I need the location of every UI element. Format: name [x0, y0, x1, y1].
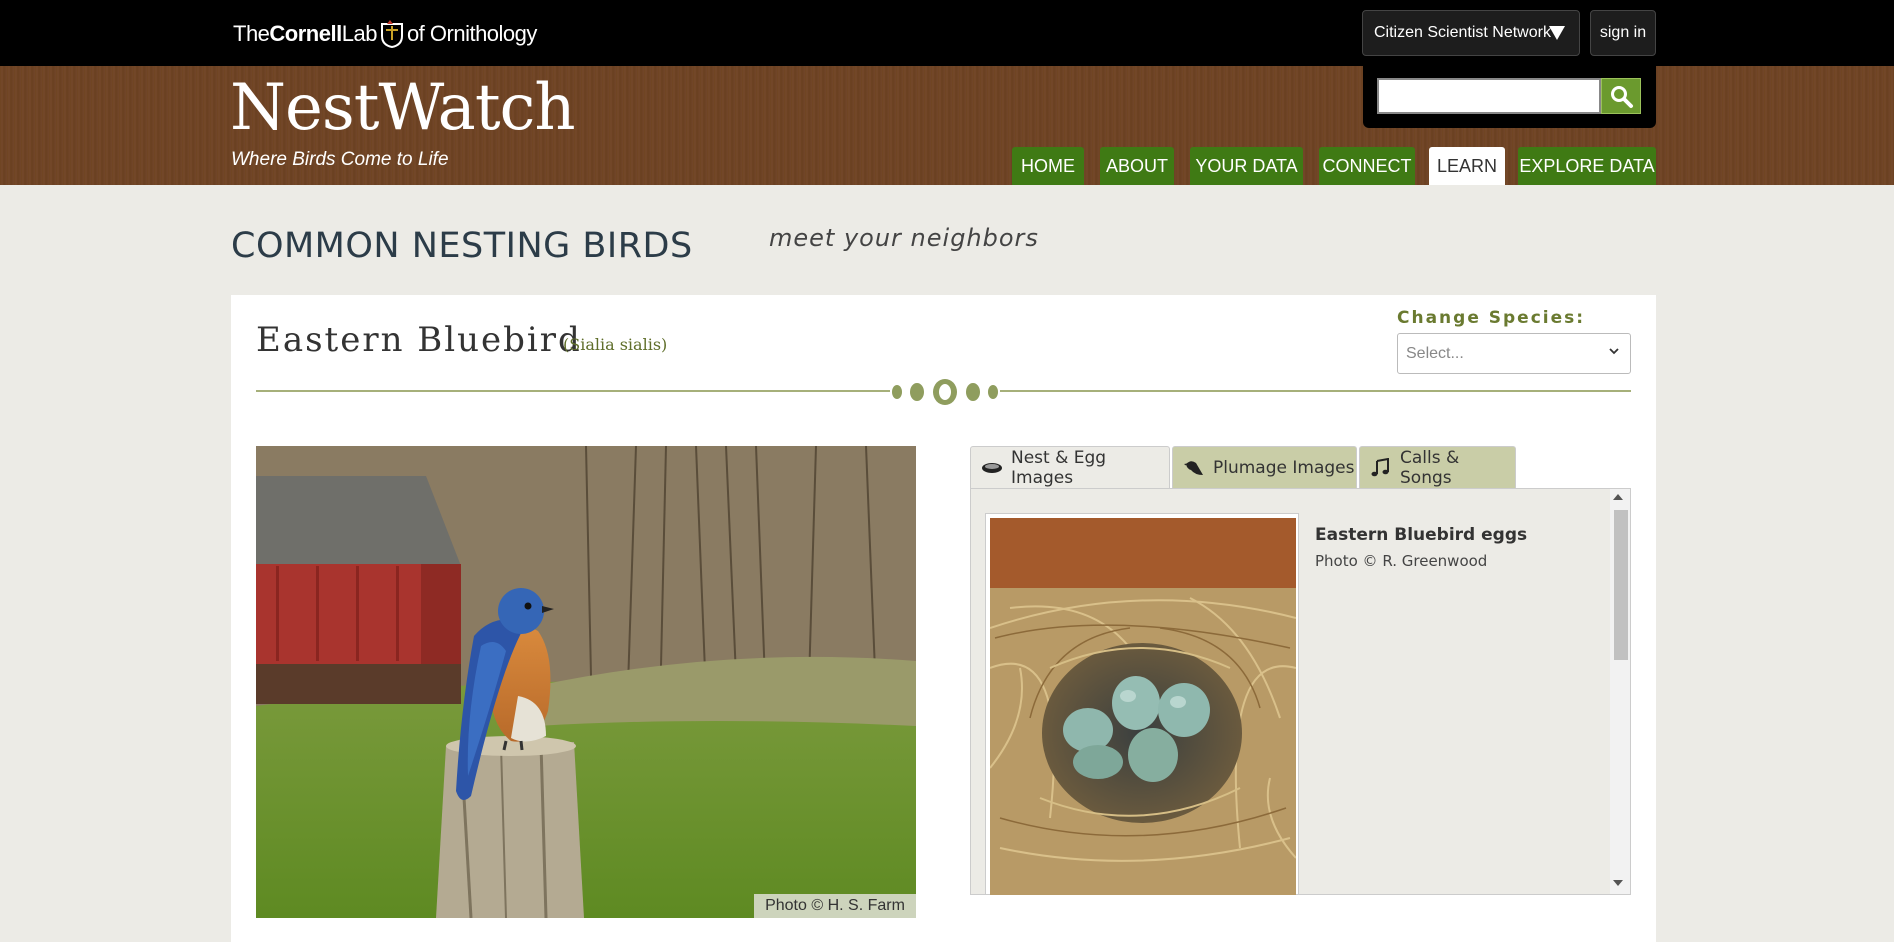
- cornell-lab-logo[interactable]: The Cornell Lab of Ornithology: [233, 16, 537, 52]
- tab-calls-songs-label: Calls & Songs: [1400, 447, 1460, 488]
- search-input[interactable]: [1377, 78, 1601, 114]
- change-species-label: Change Species:: [1397, 308, 1586, 328]
- page-title: COMMON NESTING BIRDS: [231, 226, 693, 266]
- tab-plumage-images[interactable]: Plumage Images: [1172, 446, 1357, 488]
- nav-your-data[interactable]: YOUR DATA: [1190, 147, 1303, 185]
- logo-cornell: Cornell: [269, 21, 342, 46]
- nav-home[interactable]: HOME: [1012, 147, 1084, 185]
- citizen-scientist-network-button[interactable]: Citizen Scientist Network: [1362, 10, 1580, 56]
- tab-nest-egg-images[interactable]: Nest & Egg Images: [970, 446, 1170, 488]
- species-main-photo: [256, 446, 916, 918]
- scroll-up-arrow-icon[interactable]: [1613, 494, 1623, 500]
- nest-icon: [981, 458, 1003, 478]
- logo-lab: Lab: [341, 21, 378, 46]
- species-select-value: Select...: [1406, 344, 1464, 362]
- main-photo-credit: Photo © H. S. Farm: [754, 894, 916, 918]
- tab-plumage-images-label: Plumage Images: [1213, 457, 1355, 478]
- dropdown-triangle-icon: [1549, 26, 1565, 40]
- logo-of-ornithology: of Ornithology: [406, 21, 537, 46]
- nest-egg-photo[interactable]: [990, 518, 1296, 895]
- logo-the: The: [233, 21, 270, 46]
- gallery-caption-credit: Photo © R. Greenwood: [1315, 552, 1488, 570]
- bird-icon: [1183, 458, 1205, 478]
- tab-calls-songs[interactable]: Calls & Songs: [1359, 446, 1516, 488]
- nav-about[interactable]: ABOUT: [1100, 147, 1174, 185]
- species-common-name: Eastern Bluebird: [256, 320, 582, 360]
- music-note-icon: [1370, 457, 1392, 478]
- nav-explore-data[interactable]: EXPLORE DATA: [1518, 147, 1656, 185]
- nestwatch-logo[interactable]: NestWatch: [230, 68, 576, 148]
- scroll-down-arrow-icon[interactable]: [1613, 880, 1623, 886]
- search-panel: [1363, 64, 1656, 128]
- chevron-down-icon: [1608, 344, 1620, 360]
- citizen-scientist-network-label: Citizen Scientist Network: [1374, 24, 1551, 41]
- page-subtitle: meet your neighbors: [769, 224, 1039, 252]
- cornell-seal-icon: [379, 20, 405, 49]
- search-button[interactable]: [1601, 78, 1641, 114]
- brand-tagline: Where Birds Come to Life: [231, 149, 449, 170]
- search-icon: [1611, 86, 1633, 108]
- tab-nest-egg-images-label: Nest & Egg Images: [1011, 447, 1107, 488]
- sign-in-button[interactable]: sign in: [1590, 10, 1656, 56]
- change-species-select[interactable]: Select...: [1397, 333, 1631, 374]
- nav-learn[interactable]: LEARN: [1429, 147, 1505, 185]
- nav-connect[interactable]: CONNECT: [1319, 147, 1415, 185]
- gallery-caption-title: Eastern Bluebird eggs: [1315, 525, 1528, 545]
- species-scientific-name: (Sialia sialis): [563, 335, 668, 354]
- gallery-scrollbar-thumb[interactable]: [1614, 510, 1628, 660]
- divider-ornament-icon: [890, 377, 1000, 407]
